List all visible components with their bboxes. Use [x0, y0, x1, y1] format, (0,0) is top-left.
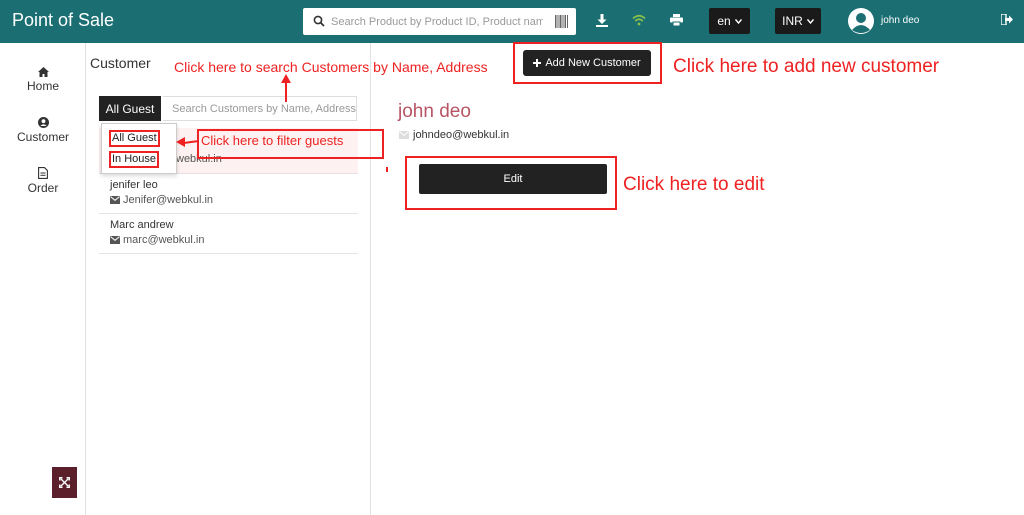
barcode-icon[interactable] — [555, 15, 568, 28]
download-icon[interactable] — [596, 14, 608, 27]
envelope-icon — [110, 236, 120, 244]
currency-dropdown[interactable]: INR — [775, 8, 821, 34]
left-arrow-annotation — [176, 137, 199, 147]
customer-detail-email: johndeo@webkul.in — [413, 129, 510, 141]
chevron-down-icon — [806, 18, 814, 24]
user-name[interactable]: john deo — [881, 15, 919, 26]
guest-filter-button[interactable]: All Guest — [99, 96, 161, 121]
sidebar-item-label: Customer — [16, 130, 69, 144]
edit-hint-annotation: Click here to edit — [623, 174, 765, 195]
customer-email-row: marc@webkul.in — [110, 234, 204, 246]
search-hint-annotation: Click here to search Customers by Name, … — [174, 59, 488, 75]
sidebar-item-order[interactable]: Order — [0, 167, 86, 195]
search-icon — [313, 15, 325, 27]
home-icon — [37, 67, 49, 77]
filter-option-in-house[interactable]: In House — [109, 151, 160, 168]
customer-email: Jenifer@webkul.in — [123, 194, 214, 206]
sidebar: Home Customer Order — [0, 43, 86, 515]
customer-name: jenifer leo — [110, 179, 158, 191]
customer-search-box[interactable] — [163, 96, 357, 121]
fullscreen-button[interactable] — [52, 467, 77, 498]
filter-hint-annotation: Click here to filter guests — [201, 133, 344, 148]
language-dropdown[interactable]: en — [709, 8, 750, 34]
annotation-mark — [386, 167, 388, 172]
envelope-icon — [399, 131, 409, 139]
currency-value: INR — [782, 14, 803, 28]
list-item-customer-3[interactable]: Marc andrew marc@webkul.in — [99, 214, 358, 254]
wifi-icon — [632, 14, 646, 26]
language-value: en — [717, 14, 731, 28]
product-search-input[interactable] — [331, 12, 543, 31]
add-hint-annotation: Click here to add new customer — [673, 56, 940, 77]
edit-button-highlight — [405, 156, 617, 210]
chevron-down-icon — [734, 18, 742, 24]
customer-name: Marc andrew — [110, 219, 174, 231]
expand-icon — [59, 477, 70, 488]
customer-email-row: Jenifer@webkul.in — [110, 194, 213, 206]
customer-search-input[interactable] — [163, 97, 356, 120]
user-circle-icon — [37, 117, 49, 128]
filter-option-all-guest[interactable]: All Guest — [109, 130, 160, 147]
document-icon — [38, 167, 48, 179]
up-arrow-annotation — [281, 74, 291, 102]
customer-detail-email-row: johndeo@webkul.in — [399, 129, 509, 141]
envelope-icon — [110, 196, 120, 204]
app-title: Point of Sale — [12, 10, 115, 30]
page-title: Customer — [90, 55, 151, 71]
guest-filter-dropdown: All Guest In House — [101, 123, 177, 174]
print-icon[interactable] — [670, 14, 683, 26]
customer-detail-name: john deo — [398, 101, 471, 122]
product-search-box[interactable] — [303, 8, 576, 35]
add-button-highlight — [513, 42, 662, 84]
list-item-customer-2[interactable]: jenifer leo Jenifer@webkul.in — [99, 174, 358, 214]
sidebar-item-home[interactable]: Home — [0, 67, 86, 93]
customer-email: marc@webkul.in — [123, 234, 205, 246]
logout-icon[interactable] — [1001, 14, 1013, 25]
top-bar: Point of Sale en INR — [0, 0, 1024, 43]
user-avatar-icon[interactable] — [847, 7, 875, 35]
sidebar-item-customer[interactable]: Customer — [0, 117, 86, 144]
sidebar-item-label: Home — [26, 79, 59, 93]
sidebar-item-label: Order — [27, 181, 59, 195]
